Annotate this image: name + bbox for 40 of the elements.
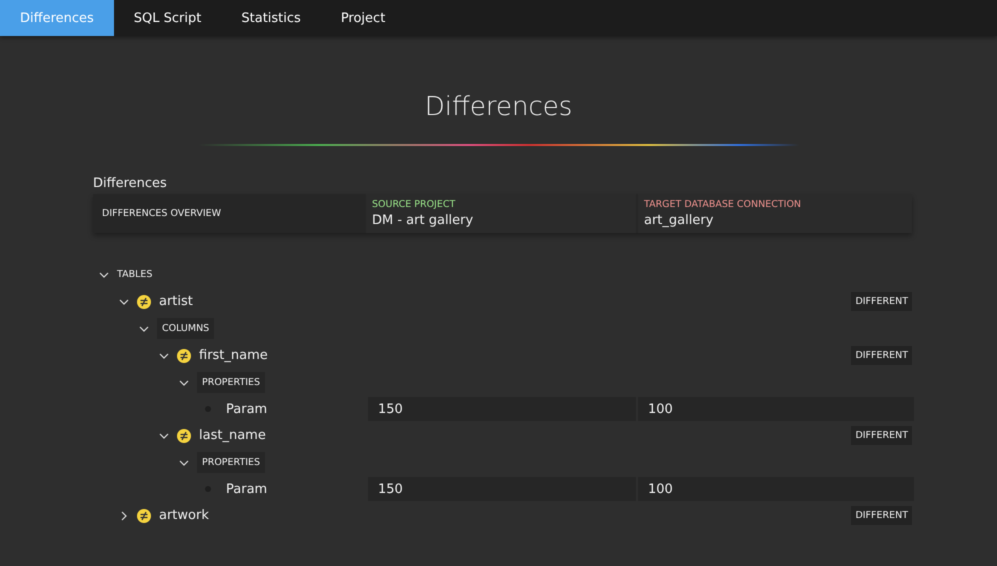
- chevron-down-icon[interactable]: [179, 458, 189, 468]
- property-name: Param: [226, 402, 268, 416]
- source-name: DM - art gallery: [372, 213, 474, 228]
- not-equal-icon: [177, 428, 191, 442]
- chevron-down-icon[interactable]: [119, 296, 129, 306]
- status-badge: DIFFERENT: [851, 292, 912, 311]
- not-equal-icon: [137, 508, 151, 522]
- source-value: 150: [368, 397, 636, 421]
- object-name: artist: [159, 294, 193, 309]
- chevron-down-icon[interactable]: [159, 350, 169, 360]
- tab[interactable]: Project: [320, 0, 406, 36]
- chevron-down-icon[interactable]: [159, 430, 169, 440]
- chevron-down-icon[interactable]: [179, 378, 189, 388]
- object-name: last_name: [199, 428, 266, 443]
- source-value: 150: [368, 477, 636, 501]
- overview-label: DIFFERENCES OVERVIEW: [101, 208, 222, 219]
- target-name: art_gallery: [644, 213, 714, 228]
- chevron-down-icon[interactable]: [99, 270, 109, 280]
- not-equal-icon: [137, 294, 151, 308]
- tab[interactable]: SQL Script: [114, 0, 222, 36]
- target-heading: TARGET DATABASE CONNECTION: [644, 199, 802, 210]
- object-name: first_name: [199, 348, 268, 363]
- source-heading: SOURCE PROJECT: [372, 199, 456, 210]
- group-label: TABLES: [117, 269, 152, 280]
- target-value: 100: [638, 477, 914, 501]
- status-badge: DIFFERENT: [851, 346, 912, 365]
- page-title: Differences: [424, 92, 574, 122]
- chevron-down-icon[interactable]: [139, 324, 149, 334]
- chevron-right-icon[interactable]: [119, 510, 129, 520]
- object-name: artwork: [159, 508, 209, 523]
- group-label: COLUMNS: [157, 318, 214, 339]
- status-badge: DIFFERENT: [851, 426, 912, 445]
- section-title: Differences: [93, 176, 167, 191]
- target-value: 100: [638, 397, 914, 421]
- group-label: PROPERTIES: [197, 372, 266, 393]
- tab[interactable]: Statistics: [221, 0, 321, 36]
- not-equal-icon: [177, 348, 191, 362]
- property-name: Param: [226, 482, 268, 496]
- status-badge: DIFFERENT: [851, 506, 912, 525]
- group-label: PROPERTIES: [197, 452, 266, 473]
